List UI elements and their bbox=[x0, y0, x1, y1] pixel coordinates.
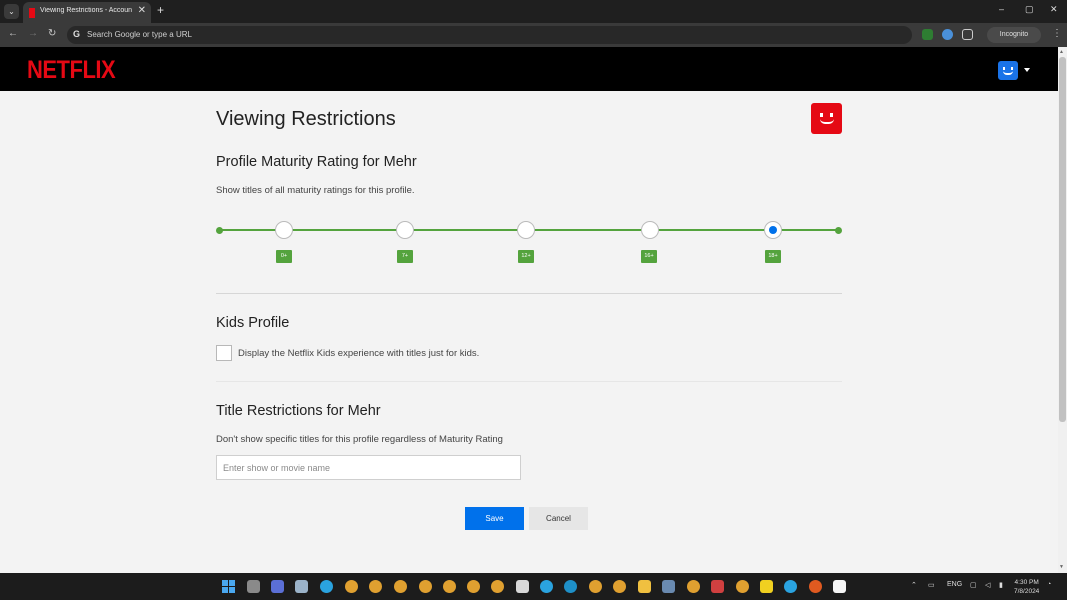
network-icon[interactable]: ▢ bbox=[970, 581, 977, 589]
tab-search-button[interactable]: ⌄ bbox=[4, 4, 19, 19]
windows-taskbar: ⌃ ▭ ENG ▢ ◁ ▮ 4:30 PM 7/8/2024 ◔ bbox=[0, 573, 1067, 600]
chrome-taskbar-icon[interactable] bbox=[687, 580, 700, 593]
rating-node-12[interactable] bbox=[517, 221, 535, 239]
telegram-taskbar-icon[interactable] bbox=[784, 580, 797, 593]
volume-icon[interactable]: ◁ bbox=[985, 581, 990, 589]
browser-menu-icon[interactable]: ⋮ bbox=[1052, 28, 1062, 39]
maximize-button[interactable]: ▢ bbox=[1025, 4, 1034, 15]
cancel-button[interactable]: Cancel bbox=[529, 507, 588, 530]
new-tab-button[interactable]: + bbox=[157, 3, 164, 17]
search-taskbar-icon[interactable] bbox=[247, 580, 260, 593]
telegram-taskbar-icon[interactable] bbox=[540, 580, 553, 593]
chrome-taskbar-icon[interactable] bbox=[443, 580, 456, 593]
tray-chevron-icon[interactable]: ⌃ bbox=[911, 581, 917, 589]
extensions-puzzle-icon[interactable] bbox=[962, 29, 973, 40]
section-divider bbox=[216, 293, 842, 294]
keyboard-icon[interactable]: ▭ bbox=[928, 581, 935, 589]
notepad-taskbar-icon[interactable] bbox=[516, 580, 529, 593]
slider-start-dot bbox=[216, 227, 223, 234]
chrome-taskbar-icon[interactable] bbox=[589, 580, 602, 593]
google-icon: G bbox=[73, 29, 81, 39]
maturity-description: Show titles of all maturity ratings for … bbox=[216, 185, 415, 196]
browser-toolbar: ← → ↻ G Search Google or type a URL Inco… bbox=[0, 23, 1067, 47]
system-clock[interactable]: 4:30 PM 7/8/2024 bbox=[1014, 578, 1039, 596]
incognito-indicator[interactable]: Incognito bbox=[987, 27, 1041, 43]
sticky-notes-taskbar-icon[interactable] bbox=[760, 580, 773, 593]
title-restrictions-description: Don't show specific titles for this prof… bbox=[216, 434, 503, 445]
tab-close-icon[interactable]: ✕ bbox=[138, 5, 146, 16]
address-bar[interactable]: G Search Google or type a URL bbox=[67, 26, 912, 44]
rating-node-0[interactable] bbox=[275, 221, 293, 239]
edge-taskbar-icon[interactable] bbox=[564, 580, 577, 593]
chrome-taskbar-icon[interactable] bbox=[394, 580, 407, 593]
maturity-section-title: Profile Maturity Rating for Mehr bbox=[216, 154, 417, 170]
app-taskbar-icon[interactable] bbox=[809, 580, 822, 593]
title-search-input[interactable] bbox=[216, 455, 521, 480]
title-restrictions-section-title: Title Restrictions for Mehr bbox=[216, 403, 381, 419]
kids-section-title: Kids Profile bbox=[216, 315, 290, 331]
scroll-up-icon[interactable]: ▲ bbox=[1059, 49, 1064, 55]
page-title: Viewing Restrictions bbox=[216, 108, 396, 130]
profile-avatar-icon[interactable] bbox=[998, 61, 1018, 80]
netflix-header: NETFLIX bbox=[0, 47, 1058, 91]
teams-taskbar-icon[interactable] bbox=[271, 580, 284, 593]
rating-badge: 16+ bbox=[641, 250, 657, 263]
back-arrow-icon[interactable]: ← bbox=[8, 28, 18, 39]
app-taskbar-icon[interactable] bbox=[711, 580, 724, 593]
page-scrollbar[interactable]: ▲ ▼ bbox=[1058, 47, 1067, 573]
calculator-taskbar-icon[interactable] bbox=[662, 580, 675, 593]
kids-profile-checkbox[interactable] bbox=[216, 345, 232, 361]
chrome-taskbar-icon[interactable] bbox=[467, 580, 480, 593]
mail-taskbar-icon[interactable] bbox=[295, 580, 308, 593]
kids-profile-label[interactable]: Display the Netflix Kids experience with… bbox=[238, 348, 479, 359]
shield-extension-icon[interactable] bbox=[922, 29, 933, 40]
minimize-button[interactable]: – bbox=[999, 4, 1004, 14]
notifications-icon[interactable]: ◔ bbox=[1047, 581, 1051, 588]
rating-badge: 0+ bbox=[276, 250, 292, 263]
scroll-down-icon[interactable]: ▼ bbox=[1059, 564, 1064, 570]
rating-node-18-selected[interactable] bbox=[764, 221, 782, 239]
address-bar-placeholder: Search Google or type a URL bbox=[87, 30, 192, 39]
rating-badge: 18+ bbox=[765, 250, 781, 263]
rating-badge: 7+ bbox=[397, 250, 413, 263]
browser-tab-active[interactable]: Viewing Restrictions - Account ✕ bbox=[23, 2, 151, 23]
telegram-taskbar-icon[interactable] bbox=[320, 580, 333, 593]
tab-title: Viewing Restrictions - Account bbox=[40, 7, 132, 14]
profile-menu-caret-icon[interactable] bbox=[1024, 68, 1030, 72]
netflix-favicon-icon bbox=[29, 8, 35, 18]
slider-end-dot bbox=[835, 227, 842, 234]
battery-icon[interactable]: ▮ bbox=[999, 581, 1003, 589]
chrome-taskbar-icon[interactable] bbox=[345, 580, 358, 593]
rating-badge: 12+ bbox=[518, 250, 534, 263]
chrome-taskbar-icon[interactable] bbox=[613, 580, 626, 593]
chrome-taskbar-icon[interactable] bbox=[736, 580, 749, 593]
profile-avatar-large bbox=[811, 103, 842, 134]
chrome-taskbar-icon-active[interactable] bbox=[491, 580, 504, 593]
close-window-button[interactable]: ✕ bbox=[1050, 4, 1058, 15]
windows-start-icon[interactable] bbox=[222, 580, 235, 593]
scrollbar-thumb[interactable] bbox=[1059, 57, 1066, 422]
app-taskbar-icon[interactable] bbox=[833, 580, 846, 593]
clock-time: 4:30 PM bbox=[1014, 579, 1039, 586]
reload-icon[interactable]: ↻ bbox=[48, 28, 56, 39]
forward-arrow-icon[interactable]: → bbox=[28, 28, 38, 39]
chrome-taskbar-icon[interactable] bbox=[369, 580, 382, 593]
language-indicator[interactable]: ENG bbox=[947, 581, 962, 588]
file-explorer-taskbar-icon[interactable] bbox=[638, 580, 651, 593]
extension-icon[interactable] bbox=[942, 29, 953, 40]
save-button[interactable]: Save bbox=[465, 507, 524, 530]
rating-node-16[interactable] bbox=[641, 221, 659, 239]
chrome-taskbar-icon[interactable] bbox=[419, 580, 432, 593]
netflix-logo[interactable]: NETFLIX bbox=[27, 55, 116, 85]
section-divider bbox=[216, 381, 842, 382]
rating-node-7[interactable] bbox=[396, 221, 414, 239]
browser-tab-bar: ⌄ Viewing Restrictions - Account ✕ + – ▢… bbox=[0, 0, 1067, 23]
clock-date: 7/8/2024 bbox=[1014, 588, 1040, 595]
